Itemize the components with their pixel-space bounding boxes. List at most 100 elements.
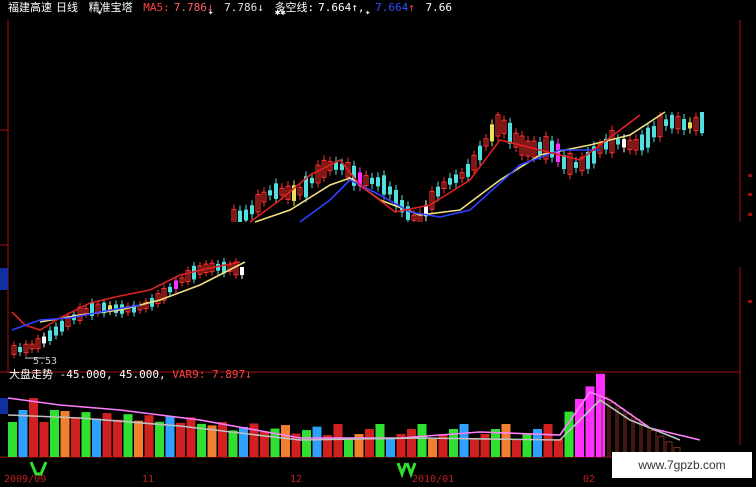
- volume-bar: [522, 434, 532, 457]
- duokong-value: 7.664↑,: [318, 1, 365, 14]
- candle-body: [550, 140, 554, 158]
- volume-bar: [186, 417, 196, 457]
- ma-value-2: 7.786↓: [224, 1, 264, 14]
- date-label-2009-09: 2009/09: [4, 474, 47, 485]
- indicator-name[interactable]: 精准宝塔: [89, 1, 133, 14]
- volume-bar: [113, 419, 122, 457]
- date-label-12: 12: [290, 474, 303, 485]
- volume-bar: [228, 430, 238, 457]
- marker-icon-3: ✱✱: [275, 8, 286, 18]
- chart-header: 福建高速 日线 精准宝塔 MA5: 7.786↓ 7.786↓ 多空线: 7.664↑…: [8, 1, 456, 15]
- axis-marker-block-lower: [0, 398, 8, 414]
- candle-body: [168, 286, 172, 293]
- volume-bar: [165, 416, 175, 457]
- volume-bar: [176, 422, 185, 457]
- param-1: -45.000,: [59, 368, 113, 381]
- volume-bar: [365, 429, 374, 457]
- candle-body: [268, 190, 272, 196]
- candle-body: [310, 177, 314, 184]
- sell-signal-marker: [396, 462, 417, 479]
- volume-bar: [554, 439, 563, 457]
- candle-body: [664, 119, 668, 126]
- volume-bar: [239, 426, 248, 457]
- volume-bar: [312, 426, 322, 457]
- stock-chart-window: 福建高速 日线 精准宝塔 MA5: 7.786↓ 7.786↓ 多空线: 7.664↑…: [0, 0, 756, 487]
- volume-bar: [39, 422, 49, 457]
- marker-icon-4: ✦: [365, 8, 371, 18]
- volume-bar: [18, 410, 28, 457]
- right-axis-tick: [748, 174, 752, 177]
- buy-signal-marker: [29, 461, 48, 476]
- candle-body: [244, 209, 248, 221]
- volume-bar: [480, 434, 490, 457]
- volume-bar: [386, 439, 395, 457]
- date-label-2010-01: 2010/01: [412, 474, 455, 485]
- candle-body: [370, 177, 374, 184]
- last-value: 7.66: [425, 1, 452, 14]
- candle-body: [640, 134, 644, 151]
- marker-icon-1: ✦: [97, 8, 103, 18]
- candle-body: [250, 205, 254, 215]
- volume-bar: [417, 424, 427, 457]
- right-axis-tick: [748, 300, 752, 303]
- volume-bar: [134, 420, 143, 457]
- volume-bar: [333, 424, 343, 457]
- volume-bar: [344, 439, 353, 457]
- date-label-11: 11: [142, 474, 155, 485]
- right-axis-tick: [748, 193, 752, 196]
- volume-bar: [407, 429, 416, 457]
- candle-body: [60, 320, 64, 332]
- candle-body: [448, 178, 452, 185]
- volume-bar: [281, 425, 290, 457]
- lower-panel-title[interactable]: 大盘走势: [9, 368, 53, 381]
- volume-bar: [428, 439, 437, 457]
- candle-body: [54, 326, 58, 336]
- axis-marker-block: [0, 268, 8, 290]
- candle-body: [646, 127, 650, 148]
- candle-body: [622, 139, 626, 148]
- candle-body: [616, 138, 620, 145]
- candle-body: [48, 330, 52, 341]
- period-label[interactable]: 日线: [56, 1, 78, 14]
- candle-body: [670, 114, 674, 129]
- candle-body: [274, 183, 278, 199]
- candle-body: [490, 124, 494, 142]
- candle-body: [538, 142, 542, 155]
- candle-body: [508, 122, 512, 144]
- candle-body: [652, 126, 656, 138]
- candle-body: [174, 280, 178, 290]
- candle-body: [478, 145, 482, 161]
- volume-bar: [302, 430, 311, 457]
- candle-body: [556, 143, 560, 163]
- watermark: www.7gpzb.com: [612, 452, 752, 478]
- volume-bar: [92, 418, 101, 457]
- chart-gap-2: [170, 222, 245, 245]
- volume-bar: [71, 417, 80, 457]
- volume-bar: [123, 414, 133, 457]
- candle-body: [688, 122, 692, 129]
- candle-body: [18, 346, 22, 353]
- stock-name: 福建高速: [8, 1, 52, 14]
- lower-panel-header: 大盘走势 -45.000, 45.000, VAR9: 7.897↓: [9, 368, 252, 382]
- candle-body: [466, 163, 470, 177]
- candle-body: [682, 119, 686, 130]
- candle-body: [376, 177, 380, 187]
- candle-body: [436, 186, 440, 197]
- volume-bar: [8, 422, 17, 457]
- volume-bar: [596, 373, 605, 457]
- chart-canvas[interactable]: [0, 0, 756, 487]
- volume-bar: [29, 398, 38, 457]
- date-label-02: 02: [583, 474, 596, 485]
- ma5-label: MA5:: [143, 1, 170, 14]
- volume-bar: [144, 415, 154, 457]
- volume-bar: [501, 424, 511, 457]
- volume-bar: [218, 421, 227, 457]
- var9-label: VAR9:: [172, 368, 206, 381]
- low-price-label: 5.53: [33, 356, 58, 367]
- blue-line-arrow: ↑: [408, 1, 415, 14]
- candle-body: [454, 174, 458, 183]
- var9-value: 7.897↓: [211, 368, 252, 381]
- marker-icon-2: ✦: [208, 8, 214, 18]
- blue-line-value: 7.664: [375, 1, 409, 14]
- chart-gap: [240, 222, 756, 267]
